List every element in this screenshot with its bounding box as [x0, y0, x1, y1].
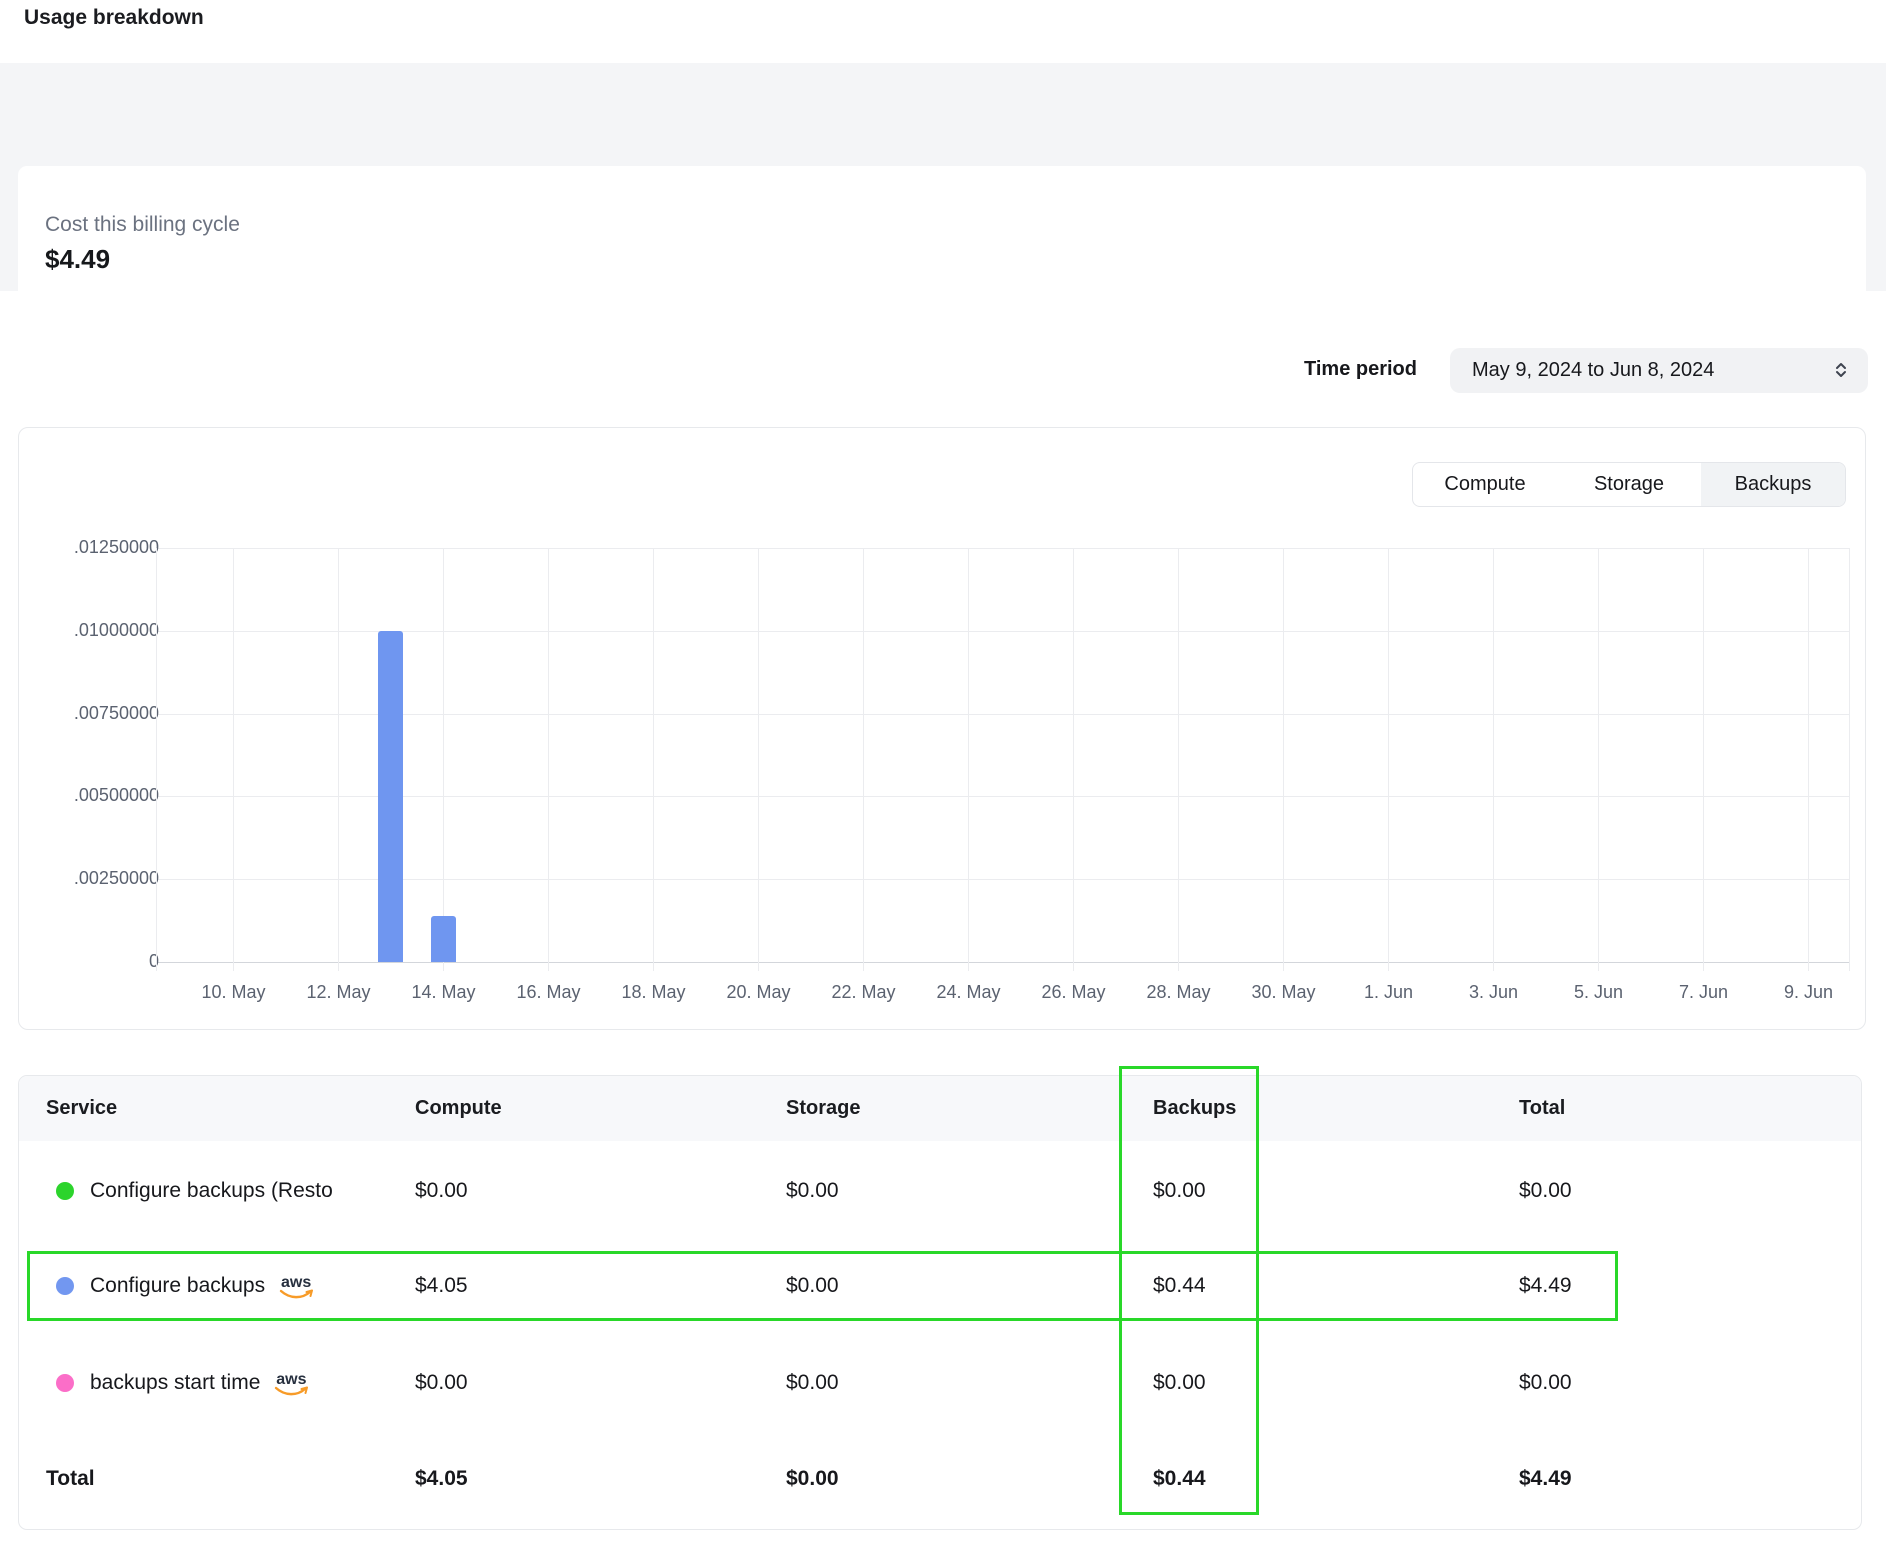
cost-cell-total: $0.00 — [1519, 1371, 1572, 1395]
page-title: Usage breakdown — [24, 6, 204, 30]
gridline-y-0.0075 — [156, 714, 1849, 715]
gridline-x-12 — [1493, 548, 1494, 971]
billing-summary-section: Cost this billing cycle $4.49 — [0, 63, 1886, 291]
column-header-storage: Storage — [786, 1076, 860, 1141]
gridline-y-0.005 — [156, 796, 1849, 797]
gridline-x-1 — [338, 548, 339, 971]
cost-cell-compute: $0.00 — [415, 1179, 468, 1203]
x-axis-label: 22. May — [811, 982, 916, 1003]
y-axis-label: .00250000 — [49, 868, 159, 889]
service-name: backups start time — [90, 1371, 260, 1395]
service-name: Configure backups (Resto — [90, 1179, 333, 1203]
gridline-y-0.0125 — [156, 548, 1849, 549]
total-row-label: Total — [46, 1467, 95, 1491]
time-period-label: Time period — [1230, 358, 1417, 381]
gridline-x-13 — [1598, 548, 1599, 971]
gridline-x-14 — [1703, 548, 1704, 971]
gridline-x-3 — [548, 548, 549, 971]
time-period-select[interactable]: May 9, 2024 to Jun 8, 2024 — [1450, 348, 1868, 393]
total-cell-compute: $4.05 — [415, 1467, 468, 1491]
x-axis-label: 10. May — [181, 982, 286, 1003]
cost-cell-compute: $0.00 — [415, 1371, 468, 1395]
gridline-x-8 — [1073, 548, 1074, 971]
gridline-y-0.01 — [156, 631, 1849, 632]
gridline-x-0 — [233, 548, 234, 971]
x-axis-label: 30. May — [1231, 982, 1336, 1003]
x-axis-label: 5. Jun — [1546, 982, 1651, 1003]
gridline-x-4 — [653, 548, 654, 971]
x-axis-label: 7. Jun — [1651, 982, 1756, 1003]
y-axis-label: .01000000 — [49, 620, 159, 641]
gridline-y-0.0025 — [156, 879, 1849, 880]
time-period-value: May 9, 2024 to Jun 8, 2024 — [1472, 348, 1714, 393]
x-axis-label: 1. Jun — [1336, 982, 1441, 1003]
billing-cycle-amount: $4.49 — [45, 244, 110, 275]
service-cell: backups start time aws — [56, 1371, 308, 1395]
x-axis-label: 28. May — [1126, 982, 1231, 1003]
usage-bar-14-May[interactable] — [431, 916, 456, 962]
column-header-total: Total — [1519, 1076, 1565, 1141]
gridline-x-10 — [1283, 548, 1284, 971]
gridline-x-2 — [443, 548, 444, 971]
gridline-x-6 — [863, 548, 864, 971]
y-axis-label: .01250000 — [49, 537, 159, 558]
cost-cell-storage: $0.00 — [786, 1179, 839, 1203]
x-axis-label: 14. May — [391, 982, 496, 1003]
gridline-y-0 — [156, 962, 1849, 963]
total-cell-storage: $0.00 — [786, 1467, 839, 1491]
gridline-x-9 — [1178, 548, 1179, 971]
gridline-x-15 — [1808, 548, 1809, 971]
tab-compute[interactable]: Compute — [1413, 463, 1557, 506]
cost-cell-storage: $0.00 — [786, 1371, 839, 1395]
series-color-dot — [56, 1374, 74, 1392]
x-axis-label: 20. May — [706, 982, 811, 1003]
table-header-row: ServiceComputeStorageBackupsTotal — [19, 1076, 1861, 1141]
cost-cell-total: $0.00 — [1519, 1179, 1572, 1203]
billing-cycle-label: Cost this billing cycle — [45, 213, 240, 237]
billing-cycle-card: Cost this billing cycle $4.49 — [18, 166, 1866, 319]
usage-bar-13-May[interactable] — [378, 631, 403, 962]
gridline-x-5 — [758, 548, 759, 971]
usage-chart-card: ComputeStorageBackups .01250000 .01000000… — [18, 427, 1866, 1030]
x-axis-label: 9. Jun — [1756, 982, 1861, 1003]
x-axis-label: 3. Jun — [1441, 982, 1546, 1003]
x-axis-label: 16. May — [496, 982, 601, 1003]
column-header-compute: Compute — [415, 1076, 502, 1141]
tab-storage[interactable]: Storage — [1557, 463, 1701, 506]
series-color-dot — [56, 1182, 74, 1200]
y-axis-label: 0 — [49, 951, 159, 972]
chevron-up-down-icon — [1830, 359, 1852, 386]
plot-left-edge — [156, 548, 157, 971]
tab-backups[interactable]: Backups — [1701, 463, 1845, 506]
y-axis-label: .00750000 — [49, 703, 159, 724]
aws-logo-icon: aws — [274, 1374, 308, 1396]
y-axis-label: .00500000 — [49, 785, 159, 806]
column-header-service: Service — [46, 1076, 117, 1141]
service-cell: Configure backups (Resto — [56, 1179, 333, 1203]
x-axis-label: 18. May — [601, 982, 706, 1003]
x-axis-label: 24. May — [916, 982, 1021, 1003]
x-axis-label: 26. May — [1021, 982, 1126, 1003]
plot-right-edge — [1849, 548, 1850, 971]
total-cell-total: $4.49 — [1519, 1467, 1572, 1491]
configure-backups-row-highlight-box — [27, 1251, 1618, 1321]
chart-metric-tabs: ComputeStorageBackups — [1412, 462, 1846, 507]
gridline-x-11 — [1388, 548, 1389, 971]
x-axis-label: 12. May — [286, 982, 391, 1003]
gridline-x-7 — [968, 548, 969, 971]
usage-breakdown-page: Usage breakdown Cost this billing cycle … — [0, 0, 1886, 1548]
